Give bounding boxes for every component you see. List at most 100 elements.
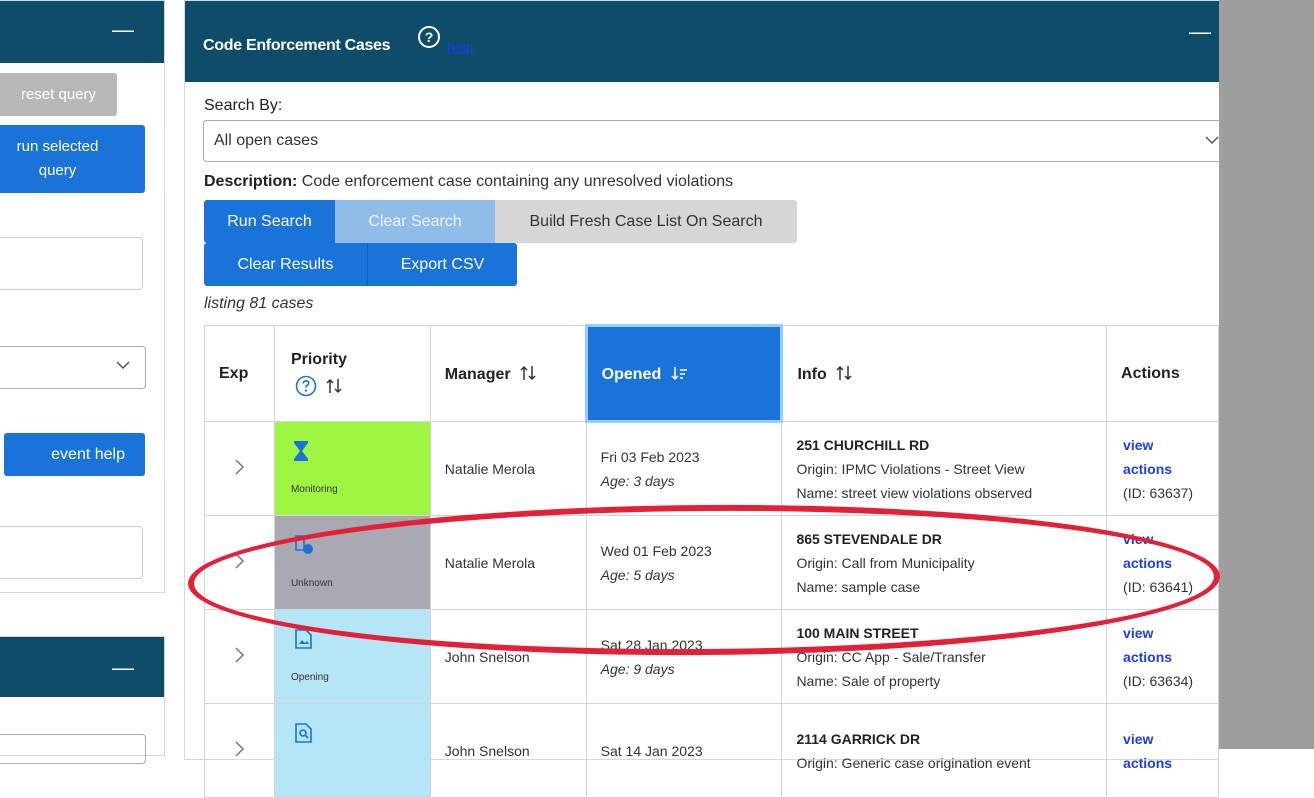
cases-table: Exp Priority Manager Opened Info Actions… [204, 324, 1219, 798]
document-image-icon [295, 629, 312, 649]
case-address: 2114 GARRICK DR [796, 730, 921, 747]
panel-title: Code Enforcement Cases [203, 37, 391, 54]
view-link[interactable]: view [1123, 433, 1218, 457]
expand-cell[interactable] [204, 421, 275, 516]
opened-cell: Sat 14 Jan 2023 [585, 703, 783, 798]
query-select[interactable]: All open cases [203, 120, 1220, 162]
document-clock-icon [295, 535, 313, 554]
actions-link[interactable]: actions [1123, 551, 1218, 575]
actions-cell: view actions (ID: 63641) [1106, 515, 1219, 610]
column-exp-label: Exp [219, 364, 249, 382]
info-cell: 100 MAIN STREET Origin: CC App - Sale/Tr… [781, 609, 1108, 704]
chevron-down-icon [116, 361, 130, 370]
sort-icon[interactable] [519, 364, 537, 382]
clear-results-button[interactable]: Clear Results [204, 243, 367, 286]
opened-date: Sat 28 Jan 2023 [600, 636, 703, 653]
left-panel-header: — [0, 1, 164, 63]
priority-badge [274, 704, 430, 797]
case-origin: Origin: IPMC Violations - Street View [796, 460, 1025, 477]
description-text: Code enforcement case containing any unr… [301, 173, 734, 190]
column-exp: Exp [204, 325, 275, 422]
column-priority[interactable]: Priority [273, 325, 431, 422]
expand-cell[interactable] [204, 515, 275, 610]
actions-cell: view actions [1106, 703, 1219, 798]
search-by-label: Search By: [204, 97, 283, 114]
view-link[interactable]: view [1123, 527, 1218, 551]
opened-cell: Sat 28 Jan 2023 Age: 9 days [585, 609, 783, 704]
sort-descending-icon[interactable] [670, 364, 688, 382]
opened-date: Wed 01 Feb 2023 [600, 542, 712, 559]
case-id: (ID: 63634) [1123, 672, 1194, 689]
case-age: Age: 9 days [600, 660, 675, 677]
column-manager[interactable]: Manager [429, 325, 587, 422]
run-search-button[interactable]: Run Search [204, 200, 335, 243]
clear-search-button[interactable]: Clear Search [335, 200, 495, 243]
opened-cell: Wed 01 Feb 2023 Age: 5 days [585, 515, 783, 610]
manager-cell: John Snelson [429, 609, 587, 704]
view-link[interactable]: view [1123, 727, 1218, 751]
help-link[interactable]: help [447, 39, 473, 55]
query-select-value: All open cases [214, 132, 319, 149]
manager-cell: Natalie Merola [429, 515, 587, 610]
case-name: Name: street view violations observed [796, 484, 1033, 501]
event-help-button[interactable]: event help [4, 433, 145, 476]
sort-icon[interactable] [325, 377, 343, 395]
code-enforcement-panel: Code Enforcement Cases ? help — Search B… [184, 0, 1220, 798]
sort-icon[interactable] [835, 364, 853, 382]
actions-cell: view actions (ID: 63637) [1106, 421, 1219, 516]
expand-cell[interactable] [204, 703, 275, 798]
left-select[interactable] [0, 346, 146, 389]
table-row: John Snelson Sat 14 Jan 2023 2114 GARRIC… [204, 703, 1219, 798]
table-row: Monitoring Natalie Merola Fri 03 Feb 202… [204, 421, 1219, 516]
chevron-right-icon[interactable] [232, 458, 246, 476]
priority-cell: Monitoring [273, 421, 431, 516]
query-description: Description: Code enforcement case conta… [204, 173, 733, 191]
reset-query-button[interactable]: reset query [0, 73, 117, 116]
left-secondary-header: — [0, 637, 164, 697]
left-text-input[interactable] [0, 237, 143, 290]
case-name: Name: sample case [796, 578, 921, 595]
left-text-input-2[interactable] [0, 526, 143, 579]
info-cell: 2114 GARRICK DR Origin: Generic case ori… [781, 703, 1108, 798]
build-fresh-case-list-button[interactable]: Build Fresh Case List On Search [495, 200, 797, 243]
chevron-right-icon[interactable] [232, 740, 246, 758]
manager-cell: Natalie Merola [429, 421, 587, 516]
view-link[interactable]: view [1123, 621, 1218, 645]
actions-link[interactable]: actions [1123, 645, 1218, 669]
priority-label: Opening [290, 672, 329, 683]
panel-header: Code Enforcement Cases ? help — [185, 1, 1219, 82]
actions-link[interactable]: actions [1123, 457, 1218, 481]
actions-link[interactable]: actions [1123, 751, 1218, 775]
case-address: 100 MAIN STREET [796, 624, 919, 641]
chevron-right-icon[interactable] [232, 552, 246, 570]
export-csv-button[interactable]: Export CSV [367, 243, 517, 286]
column-manager-label: Manager [444, 365, 511, 383]
case-address: 865 STEVENDALE DR [796, 530, 942, 547]
hourglass-icon [293, 441, 308, 461]
background-gray-area [1219, 0, 1314, 749]
column-info[interactable]: Info [781, 325, 1108, 422]
chevron-right-icon[interactable] [232, 646, 246, 664]
opened-cell: Fri 03 Feb 2023 Age: 3 days [585, 421, 783, 516]
info-cell: 251 CHURCHILL RD Origin: IPMC Violations… [781, 421, 1108, 516]
left-bottom-input[interactable] [0, 734, 146, 764]
opened-date: Sat 14 Jan 2023 [600, 742, 703, 759]
run-selected-query-button[interactable]: run selected query [0, 125, 145, 193]
priority-badge: Monitoring [274, 422, 430, 515]
actions-cell: view actions (ID: 63634) [1106, 609, 1219, 704]
opened-date: Fri 03 Feb 2023 [600, 449, 700, 465]
help-circle-icon[interactable]: ? [418, 26, 440, 48]
priority-cell: Unknown [273, 515, 431, 610]
case-age: Age: 5 days [600, 566, 675, 583]
expand-cell[interactable] [204, 609, 275, 704]
case-name: Name: Sale of property [796, 672, 941, 689]
column-opened[interactable]: Opened [584, 324, 784, 423]
column-actions-label: Actions [1121, 364, 1180, 382]
case-id: (ID: 63641) [1123, 578, 1194, 595]
minimize-button[interactable]: — [112, 19, 134, 41]
minimize-button[interactable]: — [1189, 21, 1211, 43]
description-label: Description: [204, 173, 298, 190]
table-row: Unknown Natalie Merola Wed 01 Feb 2023 A… [204, 515, 1219, 610]
help-circle-icon[interactable] [295, 375, 317, 397]
minimize-button[interactable]: — [112, 657, 134, 679]
